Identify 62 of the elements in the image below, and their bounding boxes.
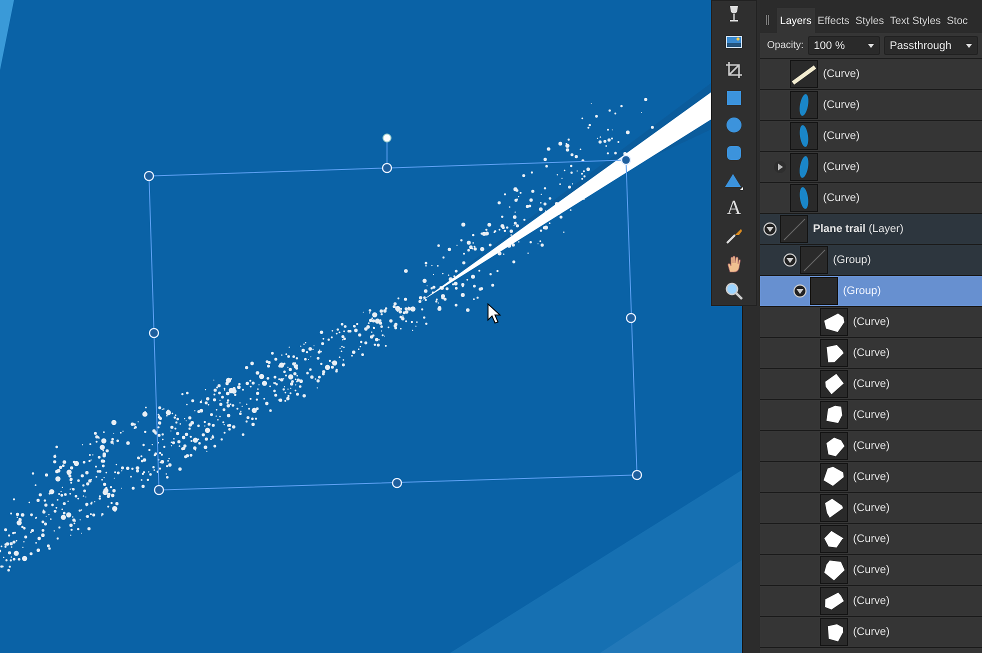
layer-name: (Curve) bbox=[853, 626, 890, 638]
layer-row[interactable]: (Curve) bbox=[760, 369, 982, 400]
text-tool[interactable]: A bbox=[726, 198, 742, 218]
layer-name: (Curve) bbox=[823, 192, 860, 204]
selection-box[interactable] bbox=[144, 134, 642, 496]
rounded-square-icon[interactable] bbox=[725, 144, 743, 162]
layer-row[interactable]: Plane trail (Layer) bbox=[760, 214, 982, 245]
search-icon[interactable] bbox=[725, 282, 743, 300]
panel-tab[interactable]: Text Styles bbox=[887, 8, 944, 33]
layer-thumbnail bbox=[810, 277, 838, 305]
layer-row[interactable]: (Curve) bbox=[760, 307, 982, 338]
layer-name: (Curve) bbox=[853, 595, 890, 607]
layer-name: (Curve) bbox=[823, 161, 860, 173]
layer-name: (Curve) bbox=[853, 378, 890, 390]
layer-name: (Curve) bbox=[853, 440, 890, 452]
layer-name: (Curve) bbox=[823, 68, 860, 80]
layer-row[interactable]: (Curve) bbox=[760, 152, 982, 183]
opacity-label: Opacity: bbox=[767, 40, 804, 51]
layer-name: (Curve) bbox=[823, 99, 860, 111]
layer-row[interactable]: (Curve) bbox=[760, 431, 982, 462]
layer-name: (Curve) bbox=[853, 502, 890, 514]
crop-icon[interactable] bbox=[725, 61, 743, 80]
layer-name: (Curve) bbox=[853, 533, 890, 545]
layer-row[interactable]: (Curve) bbox=[760, 59, 982, 90]
expander-icon[interactable] bbox=[783, 253, 797, 267]
layer-row[interactable]: (Curve) bbox=[760, 338, 982, 369]
layer-row[interactable]: (Curve) bbox=[760, 400, 982, 431]
layer-name: (Curve) bbox=[823, 130, 860, 142]
layer-name: (Group) bbox=[843, 285, 881, 297]
layer-row[interactable]: (Group) bbox=[760, 245, 982, 276]
layer-row[interactable]: (Curve) bbox=[760, 493, 982, 524]
expander-icon[interactable] bbox=[773, 160, 787, 174]
panel-tab[interactable]: Stoc bbox=[944, 8, 971, 33]
layer-name: (Curve) bbox=[853, 316, 890, 328]
layer-name: (Curve) bbox=[853, 564, 890, 576]
layer-row[interactable]: (Curve) bbox=[760, 121, 982, 152]
layer-row[interactable]: (Curve) bbox=[760, 462, 982, 493]
expander-icon[interactable] bbox=[793, 284, 807, 298]
hand-icon[interactable] bbox=[725, 254, 743, 273]
layer-name: (Group) bbox=[833, 254, 871, 266]
opacity-dropdown[interactable]: 100 % bbox=[808, 36, 880, 55]
eyedropper-icon[interactable] bbox=[725, 226, 743, 245]
layer-name: (Curve) bbox=[853, 347, 890, 359]
light-stripe bbox=[0, 0, 14, 70]
layer-row[interactable]: (Curve) bbox=[760, 90, 982, 121]
cursor-icon bbox=[488, 302, 502, 324]
panel-tab[interactable]: Styles bbox=[852, 8, 888, 33]
layer-row[interactable]: (Curve) bbox=[760, 555, 982, 586]
triangle-icon[interactable] bbox=[725, 172, 743, 190]
layer-name: (Curve) bbox=[853, 409, 890, 421]
layer-row[interactable]: (Curve) bbox=[760, 586, 982, 617]
expander-icon[interactable] bbox=[763, 222, 777, 236]
layer-name: Plane trail (Layer) bbox=[813, 223, 904, 235]
panel-tab[interactable]: Effects bbox=[814, 8, 852, 33]
rectangle-icon[interactable] bbox=[725, 88, 743, 107]
layer-row[interactable]: (Curve) bbox=[760, 617, 982, 648]
blend-mode-dropdown[interactable]: Passthrough bbox=[884, 36, 978, 55]
layer-name: (Curve) bbox=[853, 471, 890, 483]
panel-tab[interactable]: Layers bbox=[777, 8, 815, 33]
layer-row[interactable]: (Curve) bbox=[760, 183, 982, 214]
layer-row[interactable]: (Curve) bbox=[760, 524, 982, 555]
circle-icon[interactable] bbox=[725, 116, 743, 134]
